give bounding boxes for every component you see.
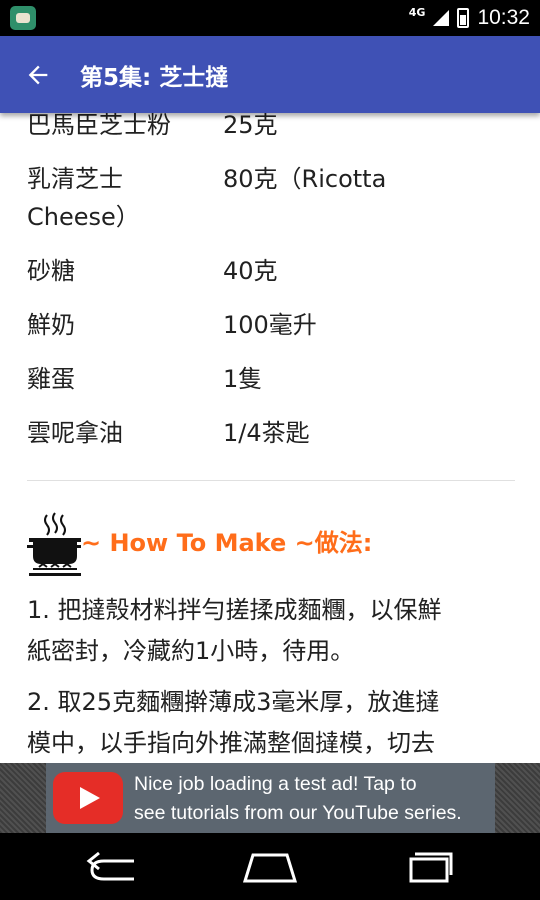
ingredient-name: 鮮奶 bbox=[27, 311, 75, 339]
step-line: 2. 取25克麵糰擀薄成3毫米厚，放進撻 bbox=[27, 688, 440, 716]
network-type: 4G bbox=[408, 5, 426, 19]
battery-icon bbox=[457, 8, 470, 28]
app-bar: 第5集: 芝士撻 bbox=[0, 36, 540, 113]
how-to-heading: ~ How To Make ~做法: bbox=[81, 529, 373, 557]
nav-home-button[interactable] bbox=[235, 845, 305, 889]
nav-recents-icon bbox=[409, 852, 453, 883]
cooking-pot-icon bbox=[27, 512, 81, 576]
nav-home-icon bbox=[242, 853, 298, 883]
ingredient-name: 巴馬臣芝士粉 bbox=[27, 113, 171, 139]
recipe-content[interactable]: 巴馬臣芝士粉 25克 乳清芝士 80克（Ricotta Cheese） 砂糖 4… bbox=[0, 113, 540, 763]
status-bar: 4G 10:32 bbox=[0, 0, 540, 36]
ingredient-amount: 1/4茶匙 bbox=[223, 419, 310, 447]
ingredient-amount: 25克 bbox=[223, 113, 278, 139]
app-notification-icon bbox=[10, 6, 36, 30]
youtube-logo-icon bbox=[53, 772, 123, 824]
signal-icon bbox=[433, 10, 450, 26]
ingredient-name: Cheese） bbox=[27, 203, 140, 231]
ingredient-name: 砂糖 bbox=[27, 257, 75, 285]
how-to-header: ~ How To Make ~做法: bbox=[27, 511, 527, 581]
ingredient-name: 雞蛋 bbox=[27, 365, 75, 393]
ad-text: Nice job loading a test ad! Tap to see t… bbox=[134, 770, 494, 828]
ingredient-name: 乳清芝士 bbox=[27, 165, 123, 193]
ad-line: see tutorials from our YouTube series. bbox=[134, 802, 462, 824]
navigation-bar bbox=[0, 833, 540, 900]
test-ad[interactable]: Nice job loading a test ad! Tap to see t… bbox=[46, 763, 495, 833]
ingredient-name: 雲呢拿油 bbox=[27, 419, 123, 447]
ingredient-amount: 80克（Ricotta bbox=[223, 165, 387, 193]
nav-recents-button[interactable] bbox=[393, 845, 463, 889]
step-line: 紙密封，冷藏約1小時，待用。 bbox=[27, 637, 355, 665]
nav-back-button[interactable] bbox=[78, 845, 148, 889]
ingredient-amount: 1隻 bbox=[223, 365, 263, 393]
step-line: 模中，以手指向外推滿整個撻模，切去 bbox=[27, 729, 435, 757]
step-line: 1. 把撻殼材料拌勻搓揉成麵糰，以保鮮 bbox=[27, 596, 442, 624]
clock: 10:32 bbox=[477, 6, 530, 29]
page-title: 第5集: 芝士撻 bbox=[80, 65, 229, 91]
ingredient-amount: 40克 bbox=[223, 257, 278, 285]
arrow-back-icon bbox=[28, 65, 48, 85]
ad-banner: Nice job loading a test ad! Tap to see t… bbox=[0, 763, 540, 833]
ingredient-amount: 100毫升 bbox=[223, 311, 317, 339]
section-divider bbox=[27, 480, 515, 481]
ad-line: Nice job loading a test ad! Tap to bbox=[134, 773, 417, 795]
back-button[interactable] bbox=[14, 56, 62, 94]
nav-back-icon bbox=[86, 851, 134, 881]
